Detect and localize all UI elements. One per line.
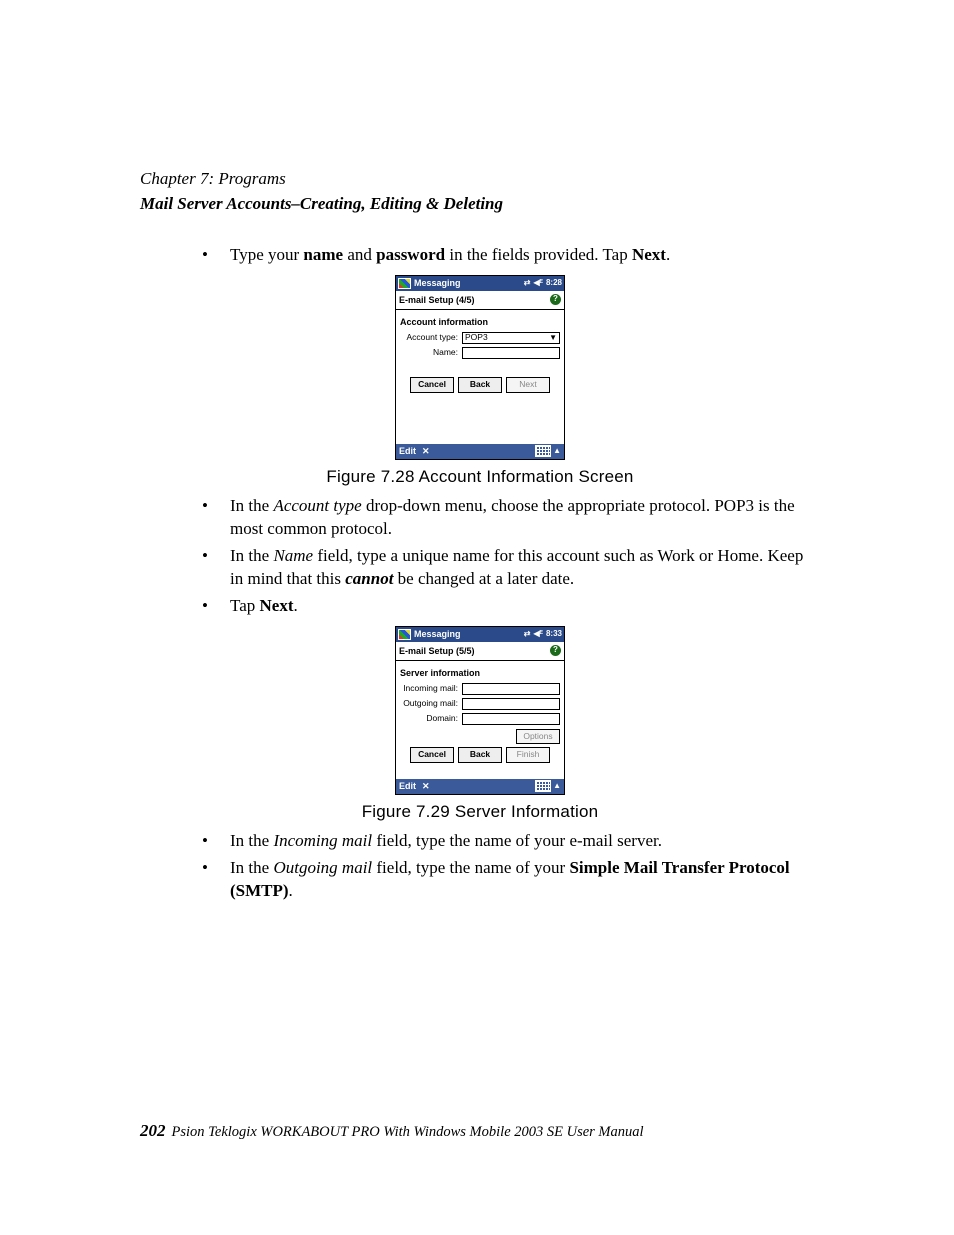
- status-icons: ⇄ ◀ᴱ 8:33: [524, 629, 562, 640]
- clock-text: 8:28: [546, 278, 562, 289]
- device1-bottom-bar: Edit ✕ ▲: [396, 444, 564, 459]
- device1-section-title: Account information: [400, 316, 560, 328]
- incoming-mail-label: Incoming mail:: [400, 683, 462, 694]
- cancel-button[interactable]: Cancel: [410, 377, 454, 392]
- connectivity-icon: ⇄: [524, 278, 531, 289]
- account-type-select[interactable]: POP3▼: [462, 332, 560, 344]
- page-footer: 202 Psion Teklogix WORKABOUT PRO With Win…: [140, 1120, 820, 1143]
- bullet-4: Tap Next.: [202, 595, 820, 618]
- start-flag-icon: [398, 278, 411, 289]
- back-button[interactable]: Back: [458, 377, 502, 392]
- cancel-button[interactable]: Cancel: [410, 747, 454, 762]
- incoming-mail-input[interactable]: [462, 683, 560, 695]
- sip-up-icon[interactable]: ▲: [553, 446, 561, 457]
- status-icons: ⇄ ◀ᴱ 8:28: [524, 278, 562, 289]
- chevron-down-icon: ▼: [549, 333, 557, 344]
- footer-text: Psion Teklogix WORKABOUT PRO With Window…: [172, 1124, 644, 1140]
- device1-subhead: E-mail Setup (4/5) ?: [396, 291, 564, 310]
- chapter-label: Chapter 7: Programs: [140, 168, 820, 191]
- start-flag-icon: [398, 629, 411, 640]
- volume-icon: ◀ᴱ: [534, 629, 543, 640]
- name-input[interactable]: [462, 347, 560, 359]
- close-icon[interactable]: ✕: [422, 445, 430, 457]
- device1-titlebar: Messaging ⇄ ◀ᴱ 8:28: [396, 276, 564, 291]
- close-icon[interactable]: ✕: [422, 780, 430, 792]
- device2-titlebar: Messaging ⇄ ◀ᴱ 8:33: [396, 627, 564, 642]
- help-icon: ?: [550, 645, 561, 656]
- figure-7-29-caption: Figure 7.29 Server Information: [140, 801, 820, 824]
- bullet-1: Type your name and password in the field…: [202, 244, 820, 267]
- figure-7-28-device: Messaging ⇄ ◀ᴱ 8:28 E-mail Setup (4/5) ?…: [395, 275, 565, 460]
- domain-label: Domain:: [400, 713, 462, 724]
- device2-subhead: E-mail Setup (5/5) ?: [396, 642, 564, 661]
- edit-menu[interactable]: Edit: [399, 780, 416, 792]
- figure-7-28-caption: Figure 7.28 Account Information Screen: [140, 466, 820, 489]
- finish-button[interactable]: Finish: [506, 747, 550, 762]
- bullet-3: In the Name field, type a unique name fo…: [202, 545, 820, 591]
- section-heading: Mail Server Accounts–Creating, Editing &…: [140, 193, 820, 216]
- device2-section-title: Server information: [400, 667, 560, 679]
- outgoing-mail-label: Outgoing mail:: [400, 698, 462, 709]
- device2-bottom-bar: Edit ✕ ▲: [396, 779, 564, 794]
- sip-up-icon[interactable]: ▲: [553, 781, 561, 792]
- device2-title: Messaging: [414, 628, 521, 640]
- device1-title: Messaging: [414, 277, 521, 289]
- domain-input[interactable]: [462, 713, 560, 725]
- outgoing-mail-input[interactable]: [462, 698, 560, 710]
- volume-icon: ◀ᴱ: [534, 278, 543, 289]
- bullet-6: In the Outgoing mail field, type the nam…: [202, 857, 820, 903]
- back-button[interactable]: Back: [458, 747, 502, 762]
- clock-text: 8:33: [546, 629, 562, 640]
- name-label: Name:: [400, 347, 462, 358]
- bullet-5: In the Incoming mail field, type the nam…: [202, 830, 820, 853]
- keyboard-icon[interactable]: [535, 445, 551, 457]
- account-type-label: Account type:: [400, 332, 462, 343]
- figure-7-29-device: Messaging ⇄ ◀ᴱ 8:33 E-mail Setup (5/5) ?…: [395, 626, 565, 795]
- bullet-2: In the Account type drop-down menu, choo…: [202, 495, 820, 541]
- connectivity-icon: ⇄: [524, 629, 531, 640]
- options-button[interactable]: Options: [516, 729, 560, 744]
- next-button[interactable]: Next: [506, 377, 550, 392]
- keyboard-icon[interactable]: [535, 780, 551, 792]
- help-icon: ?: [550, 294, 561, 305]
- edit-menu[interactable]: Edit: [399, 445, 416, 457]
- page-number: 202: [140, 1121, 166, 1140]
